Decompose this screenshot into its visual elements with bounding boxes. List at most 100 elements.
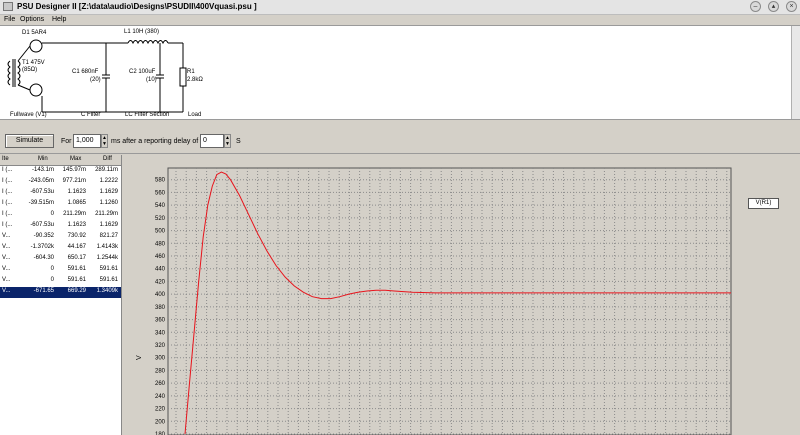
delay-spinner[interactable]: ▲ ▼ xyxy=(224,134,231,148)
col-header-item[interactable]: Ite xyxy=(2,156,9,162)
c1-label: C1 680nF xyxy=(72,69,99,75)
cell-max: 211.29m xyxy=(63,211,86,217)
cell-max: 1.0865 xyxy=(67,200,86,206)
cell-item: I (... xyxy=(2,211,13,217)
cell-max: 1.1623 xyxy=(67,189,86,195)
for-label: For xyxy=(61,138,72,145)
cell-diff: 591.61 xyxy=(99,266,118,272)
y-tick-label: 500 xyxy=(155,229,166,235)
schematic-scrollbar[interactable] xyxy=(791,26,800,119)
cell-diff: 1.3409k xyxy=(96,288,118,294)
table-row[interactable]: V... -90.352 730.92 821.27 xyxy=(0,232,121,243)
y-tick-label: 280 xyxy=(155,368,166,374)
cell-item: V... xyxy=(2,288,11,294)
y-tick-label: 240 xyxy=(155,394,166,400)
duration-spinner[interactable]: ▲ ▼ xyxy=(101,134,108,148)
section-c-filter: C Filter xyxy=(81,112,101,118)
menu-bar: File Options Help xyxy=(0,15,800,25)
cell-min: 0 xyxy=(50,266,54,272)
y-tick-label: 260 xyxy=(155,381,166,387)
cell-item: I (... xyxy=(2,167,13,173)
legend-v-r1: V(R1) xyxy=(748,198,779,209)
cell-max: 44.167 xyxy=(67,244,86,250)
y-tick-label: 440 xyxy=(155,267,166,273)
c1-esr: (20) xyxy=(90,77,101,83)
table-row[interactable]: I (... -607.53u 1.1623 1.1629 xyxy=(0,221,121,232)
table-row[interactable]: I (... -143.1m 145.97m 289.11m xyxy=(0,166,121,177)
y-tick-label: 380 xyxy=(155,305,166,311)
y-tick-label: 540 xyxy=(155,203,166,209)
table-row[interactable]: V... 0 591.61 591.61 xyxy=(0,265,121,276)
plot-background xyxy=(167,167,732,435)
table-row[interactable]: V... -671.65 669.29 1.3409k xyxy=(0,287,121,298)
cell-diff: 1.1260 xyxy=(99,200,118,206)
table-row[interactable]: I (... -243.05m 977.21m 1.2222 xyxy=(0,177,121,188)
cell-min: -671.65 xyxy=(33,288,54,294)
y-tick-label: 340 xyxy=(155,330,166,336)
app-icon xyxy=(3,2,13,11)
menu-options[interactable]: Options xyxy=(20,16,44,23)
cell-diff: 211.29m xyxy=(95,211,118,217)
cell-diff: 591.61 xyxy=(99,277,118,283)
section-rectifier: Fullwave (V1) xyxy=(10,112,47,118)
minimize-icon[interactable]: – xyxy=(750,1,761,12)
table-row[interactable]: I (... -39.515m 1.0865 1.1260 xyxy=(0,199,121,210)
cell-item: V... xyxy=(2,244,11,250)
col-header-diff[interactable]: Diff xyxy=(103,156,112,162)
cell-max: 669.29 xyxy=(67,288,86,294)
table-row[interactable]: V... -1.3702k 44.167 1.4143k xyxy=(0,243,121,254)
col-header-max[interactable]: Max xyxy=(70,156,81,162)
table-row[interactable]: I (... -607.53u 1.1623 1.1629 xyxy=(0,188,121,199)
cell-max: 1.1623 xyxy=(67,222,86,228)
y-tick-label: 480 xyxy=(155,241,166,247)
cell-item: V... xyxy=(2,255,11,261)
results-table: Ite Min Max Diff I (... -143.1m 145.97m 289… xyxy=(0,155,122,435)
y-axis-label: V xyxy=(136,355,143,360)
cell-diff: 1.1629 xyxy=(99,189,118,195)
cell-max: 977.21m xyxy=(62,178,86,184)
title-bar: PSU Designer II [Z:\data\audio\Designs\P… xyxy=(0,0,800,15)
t1-label: T1 475V xyxy=(22,60,45,66)
cell-item: I (... xyxy=(2,200,13,206)
cell-item: I (... xyxy=(2,189,13,195)
menu-file[interactable]: File xyxy=(4,16,15,23)
table-row[interactable]: V... -604.30 650.17 1.2544k xyxy=(0,254,121,265)
cell-min: -90.352 xyxy=(33,233,54,239)
close-icon[interactable]: × xyxy=(786,1,797,12)
delay-input[interactable]: 0 xyxy=(200,134,224,148)
cell-max: 591.61 xyxy=(67,266,86,272)
window-title: PSU Designer II [Z:\data\audio\Designs\P… xyxy=(17,2,257,11)
y-tick-label: 460 xyxy=(155,254,166,260)
ms-delay-label: ms after a reporting delay of xyxy=(111,138,199,145)
cell-max: 730.92 xyxy=(67,233,86,239)
l1-label: L1 10H (380) xyxy=(124,29,160,35)
duration-input[interactable]: 1,000 xyxy=(73,134,101,148)
table-row[interactable]: I (... 0 211.29m 211.29m xyxy=(0,210,121,221)
cell-diff: 821.27 xyxy=(99,233,118,239)
cell-diff: 289.11m xyxy=(95,167,118,173)
col-header-min[interactable]: Min xyxy=(38,156,48,162)
schematic-drawing xyxy=(7,39,187,113)
cell-min: -607.53u xyxy=(30,189,54,195)
cell-item: I (... xyxy=(2,222,13,228)
cell-diff: 1.1629 xyxy=(99,222,118,228)
section-load: Load xyxy=(188,112,202,118)
cell-min: 0 xyxy=(50,211,54,217)
menu-help[interactable]: Help xyxy=(52,16,66,23)
y-tick-label: 520 xyxy=(155,216,166,222)
cell-min: -243.05m xyxy=(28,178,54,184)
y-tick-label: 580 xyxy=(155,178,166,184)
voltage-chart[interactable]: 580 560 540 520 500 480 460 440 420 400 380 360 340 3… xyxy=(123,155,800,435)
simulate-button[interactable]: Simulate xyxy=(5,134,54,148)
y-tick-label: 400 xyxy=(155,292,166,298)
y-tick-label: 560 xyxy=(155,190,166,196)
c2-label: C2 100uF xyxy=(129,69,156,75)
y-tick-label: 360 xyxy=(155,318,166,324)
cell-max: 591.61 xyxy=(67,277,86,283)
cell-diff: 1.2222 xyxy=(99,178,118,184)
cell-min: -607.53u xyxy=(30,222,54,228)
table-row[interactable]: V... 0 591.61 591.61 xyxy=(0,276,121,287)
c2-esr: (10) xyxy=(146,77,157,83)
y-tick-label: 420 xyxy=(155,279,166,285)
maximize-icon[interactable]: ▴ xyxy=(768,1,779,12)
